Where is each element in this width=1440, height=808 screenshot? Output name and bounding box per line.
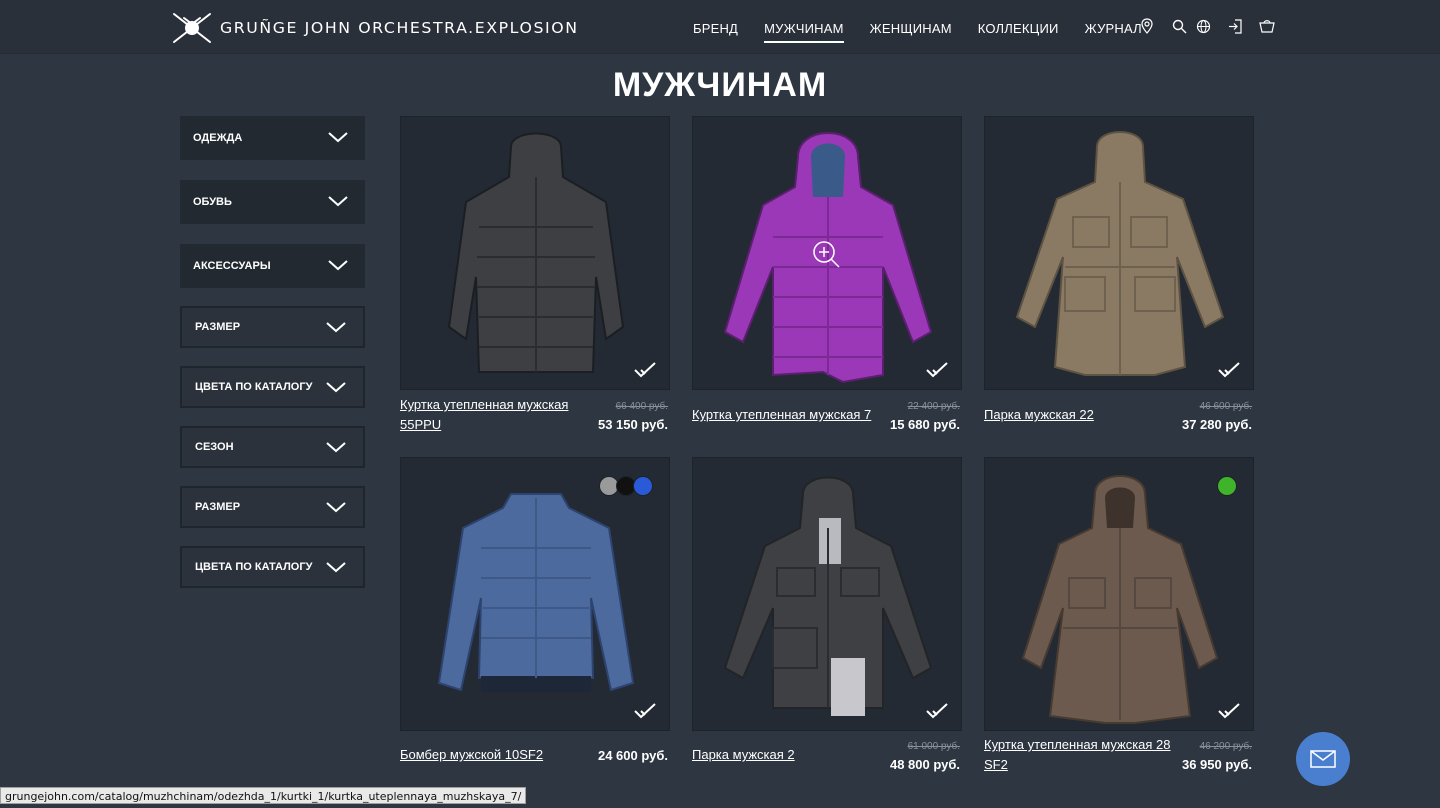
product-name-link[interactable]: Бомбер мужской 10SF2 (400, 745, 580, 765)
brand-name: GRUÑGE JOHN ORCHESTRA.EXPLOSION (220, 19, 579, 37)
product-image (1015, 131, 1225, 376)
cart-icon[interactable] (1258, 17, 1276, 35)
filter-season[interactable]: СЕЗОН (180, 426, 365, 468)
page-title: МУЖЧИНАМ (612, 66, 828, 104)
filter-accessories[interactable]: АКСЕССУАРЫ (180, 244, 365, 288)
current-price: 53 150 руб. (597, 417, 668, 432)
color-swatches (599, 476, 653, 496)
filter-size[interactable]: РАЗМЕР (180, 306, 365, 348)
old-price: 46 200 руб. (1199, 741, 1252, 752)
filter-label: РАЗМЕР (195, 501, 241, 513)
product-card[interactable] (692, 116, 962, 390)
login-icon[interactable] (1226, 17, 1244, 35)
product-card[interactable] (692, 457, 962, 731)
color-swatch[interactable] (633, 476, 653, 496)
chevron-down-icon (328, 260, 348, 271)
chevron-down-icon (326, 442, 346, 453)
product-card[interactable] (400, 116, 670, 390)
product-card[interactable] (984, 116, 1254, 390)
envelope-icon (1310, 750, 1336, 768)
product-image (1021, 475, 1219, 724)
nav-item-men[interactable]: МУЖЧИНАМ (764, 0, 844, 54)
globe-icon[interactable] (1194, 17, 1212, 35)
old-price: 66 400 руб. (615, 401, 668, 412)
filter-label: ЦВЕТА ПО КАТАЛОГУ (195, 561, 313, 573)
nav-item-collections[interactable]: КОЛЛЕКЦИИ (978, 0, 1059, 54)
chevron-down-icon (326, 502, 346, 513)
product-image (723, 476, 933, 716)
chevron-down-icon (328, 196, 348, 207)
header: GRUÑGE JOHN ORCHESTRA.EXPLOSION БРЕНД МУ… (0, 0, 1440, 54)
nav-item-journal[interactable]: ЖУРНАЛ (1085, 0, 1142, 54)
chevron-down-icon (328, 132, 348, 143)
filter-size-2[interactable]: РАЗМЕР (180, 486, 365, 528)
zoom-in-icon[interactable] (811, 239, 841, 269)
filter-catalog-colors[interactable]: ЦВЕТА ПО КАТАЛОГУ (180, 366, 365, 408)
filter-label: ОБУВЬ (193, 196, 232, 208)
search-icon[interactable] (1170, 17, 1188, 35)
product-card[interactable] (400, 457, 670, 731)
filter-label: ЦВЕТА ПО КАТАЛОГУ (195, 381, 313, 393)
favorite-check-icon[interactable] (1217, 702, 1241, 720)
browser-status-url: grungejohn.com/catalog/muzhchinam/odezhd… (0, 787, 527, 804)
header-icons (1138, 17, 1282, 35)
color-swatches (1217, 476, 1237, 496)
product-image (447, 132, 625, 373)
color-swatch[interactable] (1217, 476, 1237, 496)
product-card[interactable] (984, 457, 1254, 731)
filter-label: АКСЕССУАРЫ (193, 260, 271, 272)
location-pin-icon[interactable] (1138, 17, 1156, 35)
product-image (437, 493, 635, 692)
favorite-check-icon[interactable] (633, 361, 657, 379)
current-price: 24 600 руб. (597, 748, 668, 763)
filter-label: ОДЕЖДА (193, 132, 243, 144)
contact-mail-button[interactable] (1296, 732, 1350, 786)
nav-item-brand[interactable]: БРЕНД (693, 0, 738, 54)
favorite-check-icon[interactable] (633, 702, 657, 720)
product-name-link[interactable]: Парка мужская 22 (984, 405, 1164, 425)
filter-shoes[interactable]: ОБУВЬ (180, 180, 365, 224)
old-price: 46 600 руб. (1199, 401, 1252, 412)
logo-emblem-icon (173, 13, 211, 43)
filter-label: СЕЗОН (195, 441, 234, 453)
filter-clothing[interactable]: ОДЕЖДА (180, 116, 365, 160)
filter-label: РАЗМЕР (195, 321, 241, 333)
product-name-link[interactable]: Парка мужская 2 (692, 745, 872, 765)
filter-catalog-colors-2[interactable]: ЦВЕТА ПО КАТАЛОГУ (180, 546, 365, 588)
favorite-check-icon[interactable] (925, 361, 949, 379)
current-price: 15 680 руб. (889, 417, 960, 432)
favorite-check-icon[interactable] (925, 702, 949, 720)
old-price: 22 400 руб. (907, 401, 960, 412)
favorite-check-icon[interactable] (1217, 361, 1241, 379)
chevron-down-icon (326, 562, 346, 573)
brand-logo[interactable]: GRUÑGE JOHN ORCHESTRA.EXPLOSION (170, 12, 577, 44)
current-price: 36 950 руб. (1181, 757, 1252, 772)
chevron-down-icon (326, 322, 346, 333)
nav-item-women[interactable]: ЖЕНЩИНАМ (870, 0, 952, 54)
current-price: 48 800 руб. (889, 757, 960, 772)
current-price: 37 280 руб. (1181, 417, 1252, 432)
chevron-down-icon (326, 382, 346, 393)
old-price: 61 000 руб. (907, 741, 960, 752)
main-nav: БРЕНД МУЖЧИНАМ ЖЕНЩИНАМ КОЛЛЕКЦИИ ЖУРНАЛ (680, 0, 1155, 54)
